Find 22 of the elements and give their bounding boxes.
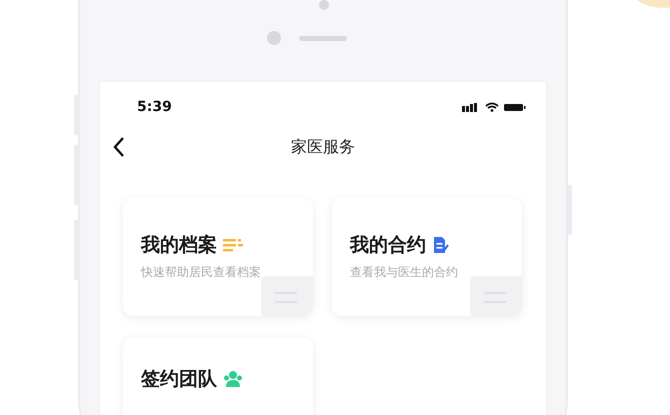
list-icon [223, 238, 245, 252]
battery-icon [504, 102, 526, 112]
status-time: 5:39 [137, 99, 172, 115]
service-card[interactable]: 我的合约 查看我与医生的合约 [332, 198, 522, 316]
sensor-dot [319, 0, 329, 10]
card-title: 我的合约 [350, 233, 426, 258]
speaker-grille [299, 36, 347, 40]
wifi-icon [485, 102, 499, 112]
card-subtitle: 快速帮助居民查看档案 [141, 264, 262, 281]
page-title: 家医服务 [291, 136, 355, 158]
document-watermark-icon [470, 276, 522, 316]
card-subtitle: 查看我与医生的合约 [350, 264, 459, 281]
team-icon [223, 370, 243, 388]
back-icon[interactable] [112, 136, 126, 158]
camera-dot [267, 31, 281, 45]
service-card[interactable]: 我的档案 快速帮助居民查看档案 [123, 198, 313, 316]
card-title: 签约团队 [141, 367, 217, 392]
service-card[interactable]: 签约团队 [123, 337, 313, 415]
document-edit-icon [432, 236, 450, 254]
document-watermark-icon [261, 276, 313, 316]
signal-icon [462, 102, 480, 112]
card-title: 我的档案 [141, 233, 217, 258]
